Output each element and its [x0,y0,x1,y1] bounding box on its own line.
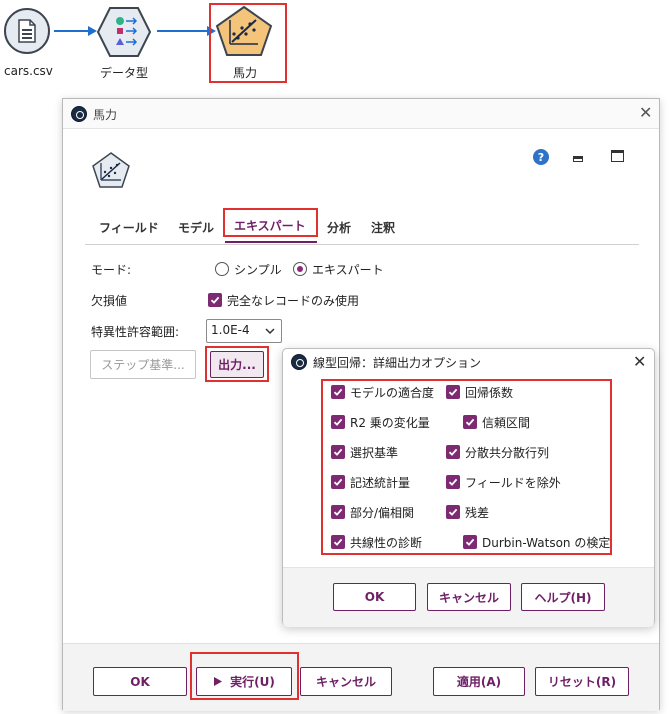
regression-model-icon [92,152,130,188]
checkmark-icon [210,296,220,304]
dialog-titlebar: 馬力 ✕ [63,99,659,129]
csv-source-node[interactable] [4,8,50,54]
node-label-type: データ型 [100,66,149,80]
mode-label: モード: [91,263,132,277]
descriptives-label: 記述統計量 [350,476,411,490]
expert-tab-highlight [223,208,318,237]
play-icon [214,677,223,686]
checkmark-icon [333,478,343,486]
coefficients-checkbox[interactable] [446,385,460,399]
tab-annotations[interactable]: 注釈 [371,219,395,236]
output-options-dialog: 線型回帰：詳細出力オプション ✕ モデルの適合度 R2 乗の変化量 選択基準 記… [282,348,655,627]
reset-button[interactable]: リセット(R) [535,667,629,696]
r2-change-checkbox[interactable] [331,415,345,429]
dialog-title: 馬力 [93,108,118,122]
active-tab-indicator [225,241,317,243]
close-icon[interactable]: ✕ [639,105,652,121]
descriptives-checkbox[interactable] [331,475,345,489]
cancel-button[interactable]: キャンセル [300,667,392,696]
checkmark-icon [448,448,458,456]
minimize-icon[interactable] [573,156,583,162]
tab-divider [85,244,639,245]
run-button[interactable]: 実行(U) [196,667,292,696]
checkmark-icon [465,418,475,426]
confidence-interval-checkbox[interactable] [463,415,477,429]
checkmark-icon [333,538,343,546]
output-button[interactable]: 出力... [210,351,264,378]
regression-model-node[interactable] [214,4,274,58]
covariance-matrix-checkbox[interactable] [446,445,460,459]
subdialog-help-button[interactable]: ヘルプ(H) [521,583,605,611]
checkmark-icon [333,418,343,426]
subdialog-ok-button[interactable]: OK [333,583,416,611]
mode-expert-label: エキスパート [312,263,384,277]
complete-records-label: 完全なレコードのみ使用 [227,294,360,308]
chevron-down-icon [265,328,275,335]
stream-link-arrow [157,26,216,36]
fit-checkbox[interactable] [331,385,345,399]
app-logo-icon [291,354,307,370]
apply-button[interactable]: 適用(A) [433,667,525,696]
missing-values-label: 欠損値 [91,294,128,308]
subdialog-cancel-button[interactable]: キャンセル [427,583,511,611]
checkmark-icon [448,388,458,396]
checkmark-icon [333,508,343,516]
ok-button[interactable]: OK [93,667,187,696]
options-highlight [321,379,612,555]
durbin-watson-label: Durbin-Watson の検定 [482,536,611,550]
checkmark-icon [448,508,458,516]
collinearity-label: 共線性の診断 [350,536,423,550]
mode-simple-label: シンプル [234,263,282,277]
tab-fields[interactable]: フィールド [99,219,159,236]
coefficients-label: 回帰係数 [465,386,514,400]
subdialog-title: 線型回帰：詳細出力オプション [313,356,482,370]
checkmark-icon [448,478,458,486]
stream-link-arrow [54,26,97,36]
singularity-label: 特異性許容範囲: [91,325,180,339]
covariance-matrix-label: 分散共分散行列 [465,446,550,460]
type-node[interactable] [96,6,152,58]
excluded-fields-checkbox[interactable] [446,475,460,489]
residuals-checkbox[interactable] [446,505,460,519]
tab-model[interactable]: モデル [178,219,214,236]
selection-criteria-checkbox[interactable] [331,445,345,459]
selection-criteria-label: 選択基準 [350,446,399,460]
help-icon[interactable]: ? [533,149,549,165]
part-partial-label: 部分/偏相関 [350,506,415,520]
mode-simple-radio[interactable] [215,262,229,276]
r2-change-label: R2 乗の変化量 [350,416,430,430]
part-partial-checkbox[interactable] [331,505,345,519]
node-label-csv: cars.csv [4,64,53,78]
durbin-watson-checkbox[interactable] [463,535,477,549]
mode-expert-radio[interactable] [293,262,307,276]
collinearity-checkbox[interactable] [331,535,345,549]
run-button-label: 実行(U) [230,675,275,689]
checkmark-icon [465,538,475,546]
complete-records-checkbox[interactable] [208,293,222,307]
singularity-value: 1.0E-4 [211,323,250,337]
confidence-interval-label: 信頼区間 [482,416,531,430]
excluded-fields-label: フィールドを除外 [465,476,561,490]
step-criteria-button[interactable]: ステップ基準... [90,350,196,379]
file-csv-icon [18,19,36,43]
checkmark-icon [333,448,343,456]
app-logo-icon [71,106,87,122]
maximize-icon[interactable] [611,150,624,162]
residuals-label: 残差 [465,506,490,520]
node-label-regression: 馬力 [233,66,258,80]
close-icon[interactable]: ✕ [633,354,646,370]
singularity-select[interactable]: 1.0E-4 [206,319,282,343]
checkmark-icon [333,388,343,396]
tab-analyze[interactable]: 分析 [327,219,351,236]
fit-label: モデルの適合度 [350,386,435,400]
